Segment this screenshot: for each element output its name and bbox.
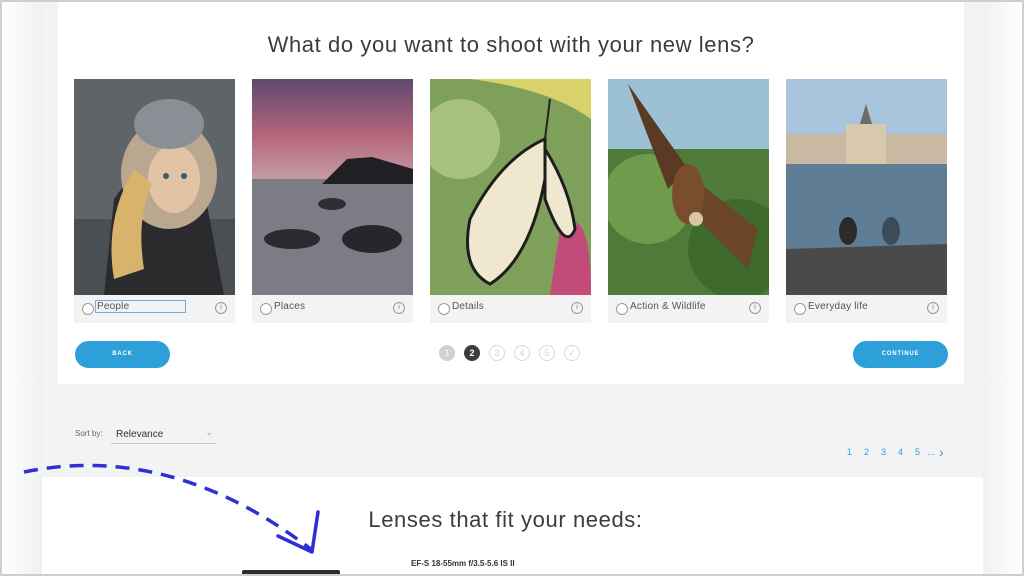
results-title-text: Lenses that fit your needs: xyxy=(368,507,643,532)
chevron-down-icon: ⌄ xyxy=(205,427,213,437)
option-details[interactable]: Details i xyxy=(430,295,591,323)
step-1[interactable]: 1 xyxy=(439,345,455,361)
back-button[interactable]: BACK xyxy=(75,341,170,368)
info-icon[interactable]: i xyxy=(393,302,405,314)
step-indicator: 1 2 3 4 5 ✓ xyxy=(439,345,589,363)
page-link-3[interactable]: 3 xyxy=(881,447,886,457)
option-card-everyday-life[interactable]: Everyday life i xyxy=(786,79,947,323)
sort-label: Sort by: xyxy=(75,429,103,438)
option-people[interactable]: People i xyxy=(74,295,235,323)
option-label-action-wildlife: Action & Wildlife xyxy=(630,301,706,312)
option-label-details: Details xyxy=(452,301,484,312)
option-action-wildlife[interactable]: Action & Wildlife i xyxy=(608,295,769,323)
lens-quiz-panel: What do you want to shoot with your new … xyxy=(58,2,964,384)
quiz-title: What do you want to shoot with your new … xyxy=(267,32,755,57)
shooting-options: People i Places i Details i Action & Wil… xyxy=(74,79,950,323)
info-icon[interactable]: i xyxy=(927,302,939,314)
continue-button[interactable]: CONTINUE xyxy=(853,341,948,368)
option-card-people[interactable]: People i xyxy=(74,79,235,323)
people-photo xyxy=(74,79,235,295)
option-label-everyday-life: Everyday life xyxy=(808,301,868,312)
step-4: 4 xyxy=(514,345,530,361)
option-label-places: Places xyxy=(274,301,306,312)
chevron-right-icon[interactable]: › xyxy=(939,444,944,460)
step-5: 5 xyxy=(539,345,555,361)
option-places[interactable]: Places i xyxy=(252,295,413,323)
option-label-people: People xyxy=(95,300,187,313)
step-3: 3 xyxy=(489,345,505,361)
step-finish-check-icon: ✓ xyxy=(564,345,580,361)
radio-everyday-life[interactable] xyxy=(794,303,806,315)
page-link-4[interactable]: 4 xyxy=(898,447,903,457)
screenshot-frame: What do you want to shoot with your new … xyxy=(0,0,1024,576)
radio-people[interactable] xyxy=(82,303,94,315)
info-icon[interactable]: i xyxy=(215,302,227,314)
option-card-action-wildlife[interactable]: Action & Wildlife i xyxy=(608,79,769,323)
sort-select[interactable]: Relevance ⌄ xyxy=(111,426,216,444)
right-margin xyxy=(982,2,1022,574)
radio-action-wildlife[interactable] xyxy=(616,303,628,315)
everyday-life-photo xyxy=(786,79,947,295)
page-ellipsis: ... xyxy=(927,447,935,457)
details-photo xyxy=(430,79,591,295)
page-link-1[interactable]: 1 xyxy=(847,447,852,457)
page-link-5[interactable]: 5 xyxy=(915,447,920,457)
option-card-places[interactable]: Places i xyxy=(252,79,413,323)
radio-places[interactable] xyxy=(260,303,272,315)
annotation-arrow-icon xyxy=(23,463,320,554)
info-icon[interactable]: i xyxy=(749,302,761,314)
option-card-details[interactable]: Details i xyxy=(430,79,591,323)
option-everyday-life[interactable]: Everyday life i xyxy=(786,295,947,323)
places-photo xyxy=(252,79,413,295)
radio-details[interactable] xyxy=(438,303,450,315)
page-link-2[interactable]: 2 xyxy=(864,447,869,457)
sort-value: Relevance xyxy=(116,429,164,440)
step-2-current[interactable]: 2 xyxy=(464,345,480,361)
info-icon[interactable]: i xyxy=(571,302,583,314)
action-wildlife-photo xyxy=(608,79,769,295)
lens-name[interactable]: EF-S 18-55mm f/3.5-5.6 IS II xyxy=(411,559,515,568)
